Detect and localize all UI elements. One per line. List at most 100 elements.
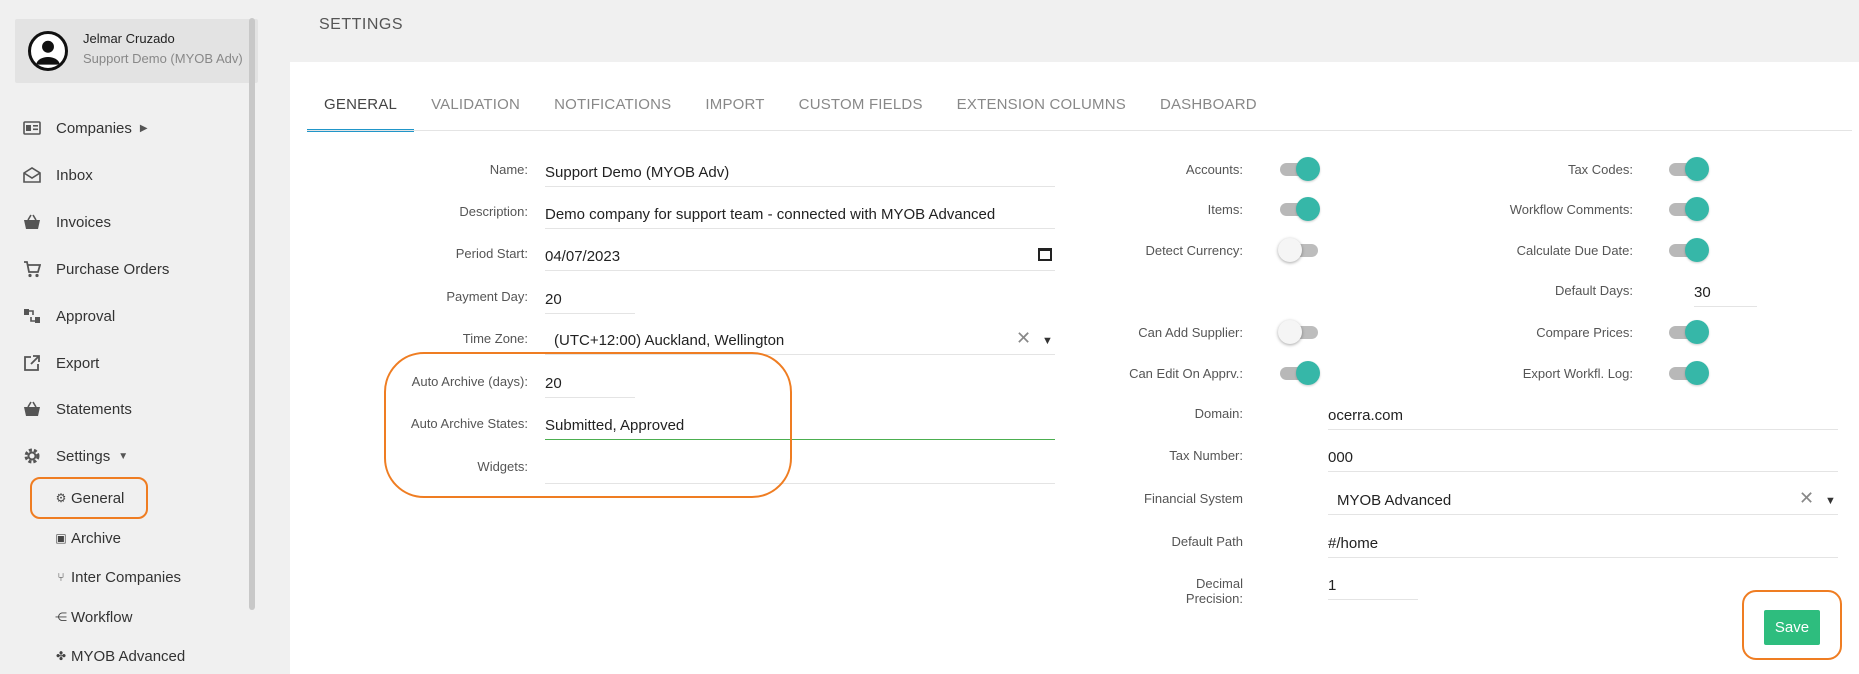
nav-statements[interactable]: Statements: [22, 397, 132, 421]
default-days-label: Default Days:: [1554, 283, 1633, 298]
nav-companies[interactable]: Companies ▶: [22, 116, 148, 140]
shopping-cart-icon: [22, 260, 42, 278]
default-days-input[interactable]: 30: [1694, 277, 1757, 307]
tab-custom-fields[interactable]: CUSTOM FIELDS: [782, 88, 940, 132]
financial-system-select[interactable]: MYOB Advanced: [1328, 485, 1838, 515]
subnav-inter-companies[interactable]: ⑂ Inter Companies: [54, 566, 181, 588]
nav-settings-label: Settings: [56, 447, 111, 465]
can-add-supplier-label: Can Add Supplier:: [1138, 325, 1243, 340]
calculate-due-date-label: Calculate Due Date:: [1516, 243, 1633, 258]
chevron-down-icon[interactable]: ▼: [1042, 335, 1053, 347]
tab-bar: GENERAL VALIDATION NOTIFICATIONS IMPORT …: [307, 88, 1274, 132]
external-link-icon: [22, 354, 42, 372]
detect-currency-toggle[interactable]: [1278, 238, 1320, 262]
domain-label: Domain:: [1194, 406, 1243, 421]
clear-time-zone-icon[interactable]: ✕: [1016, 328, 1031, 349]
page-title: SETTINGS: [319, 16, 404, 33]
tax-codes-toggle[interactable]: [1667, 157, 1709, 181]
tax-codes-label: Tax Codes:: [1567, 162, 1633, 177]
nav-approval[interactable]: Approval: [22, 304, 115, 328]
envelope-open-icon: [22, 166, 42, 184]
nav-settings[interactable]: Settings ▼: [22, 444, 128, 468]
puzzle-icon: ✤: [55, 649, 67, 663]
annotation-highlight-auto-archive: [384, 352, 792, 498]
user-card[interactable]: Jelmar Cruzado Support Demo (MYOB Adv): [15, 19, 258, 83]
subnav-myob-advanced-label: MYOB Advanced: [71, 647, 186, 665]
address-card-icon: [22, 119, 42, 137]
tab-import[interactable]: IMPORT: [688, 88, 781, 132]
period-start-input[interactable]: 04/07/2023: [545, 241, 1055, 271]
fork-icon: ⑂: [57, 570, 65, 584]
sidebar: Jelmar Cruzado Support Demo (MYOB Adv) C…: [0, 0, 262, 674]
calendar-icon[interactable]: [1038, 248, 1052, 261]
user-name: Jelmar Cruzado: [83, 31, 175, 46]
nav-purchase-orders-label: Purchase Orders: [56, 260, 170, 278]
can-add-supplier-toggle[interactable]: [1278, 320, 1320, 344]
default-path-input[interactable]: #/home: [1328, 528, 1838, 558]
nav-export[interactable]: Export: [22, 351, 99, 375]
period-start-label: Period Start:: [455, 246, 528, 261]
share-nodes-icon: ⋲: [55, 610, 67, 624]
payment-day-input[interactable]: 20: [545, 284, 635, 314]
annotation-highlight-save: [1742, 590, 1842, 660]
can-edit-on-apprv-toggle[interactable]: [1278, 361, 1320, 385]
name-label: Name:: [489, 162, 528, 177]
compare-prices-toggle[interactable]: [1667, 320, 1709, 344]
export-workfl-log-toggle[interactable]: [1667, 361, 1709, 385]
nav-inbox[interactable]: Inbox: [22, 163, 93, 187]
financial-system-label: Financial System: [1144, 491, 1243, 506]
chevron-down-icon[interactable]: ▼: [1825, 495, 1836, 507]
nav-invoices-label: Invoices: [56, 213, 112, 231]
tab-general[interactable]: GENERAL: [307, 88, 415, 132]
decimal-precision-label: Decimal Precision:: [1185, 576, 1243, 606]
thumbs-icon: [22, 307, 42, 325]
time-zone-select[interactable]: (UTC+12:00) Auckland, Wellington: [545, 325, 1055, 355]
basket-icon: [22, 213, 42, 231]
sidebar-scrollbar[interactable]: [249, 18, 255, 610]
subnav-archive[interactable]: ▣ Archive: [54, 527, 121, 549]
caret-right-icon: ▶: [139, 122, 148, 134]
default-path-label: Default Path: [1171, 534, 1243, 549]
subnav-inter-companies-label: Inter Companies: [71, 568, 182, 586]
tab-extension-columns[interactable]: EXTENSION COLUMNS: [940, 88, 1143, 132]
nav-approval-label: Approval: [56, 307, 116, 325]
clear-financial-system-icon[interactable]: ✕: [1799, 488, 1814, 509]
decimal-precision-input[interactable]: 1: [1328, 570, 1418, 600]
subnav-workflow-label: Workflow: [71, 608, 133, 626]
avatar-icon: [28, 31, 68, 71]
workflow-comments-label: Workflow Comments:: [1509, 202, 1633, 217]
domain-input[interactable]: ocerra.com: [1328, 400, 1838, 430]
tab-dashboard[interactable]: DASHBOARD: [1143, 88, 1274, 132]
nav-purchase-orders[interactable]: Purchase Orders: [22, 257, 169, 281]
subnav-archive-label: Archive: [71, 529, 122, 547]
subnav-myob-advanced[interactable]: ✤ MYOB Advanced: [54, 645, 185, 667]
nav-companies-label: Companies: [56, 119, 132, 137]
user-company: Support Demo (MYOB Adv): [83, 51, 243, 66]
subnav-workflow[interactable]: ⋲ Workflow: [54, 606, 132, 628]
nav-inbox-label: Inbox: [56, 166, 93, 184]
annotation-highlight-general: [30, 477, 148, 519]
archive-box-icon: ▣: [55, 531, 67, 545]
tabs-divider: [307, 130, 1852, 131]
workflow-comments-toggle[interactable]: [1667, 197, 1709, 221]
description-input[interactable]: Demo company for support team - connecte…: [545, 199, 1055, 229]
nav-invoices[interactable]: Invoices: [22, 210, 111, 234]
tab-validation[interactable]: VALIDATION: [414, 88, 537, 132]
items-toggle[interactable]: [1278, 197, 1320, 221]
tax-number-input[interactable]: 000: [1328, 442, 1838, 472]
items-label: Items:: [1207, 202, 1243, 217]
tax-number-label: Tax Number:: [1169, 448, 1243, 463]
payment-day-label: Payment Day:: [446, 289, 528, 304]
accounts-label: Accounts:: [1185, 162, 1243, 177]
calculate-due-date-toggle[interactable]: [1667, 238, 1709, 262]
tab-notifications[interactable]: NOTIFICATIONS: [537, 88, 688, 132]
detect-currency-label: Detect Currency:: [1145, 243, 1243, 258]
nav-export-label: Export: [56, 354, 100, 372]
gear-icon: [22, 447, 42, 465]
name-input[interactable]: Support Demo (MYOB Adv): [545, 157, 1055, 187]
export-workfl-log-label: Export Workfl. Log:: [1522, 366, 1633, 381]
accounts-toggle[interactable]: [1278, 157, 1320, 181]
basket-icon: [22, 400, 42, 418]
can-edit-on-apprv-label: Can Edit On Apprv.:: [1129, 366, 1243, 381]
description-label: Description:: [459, 204, 528, 219]
